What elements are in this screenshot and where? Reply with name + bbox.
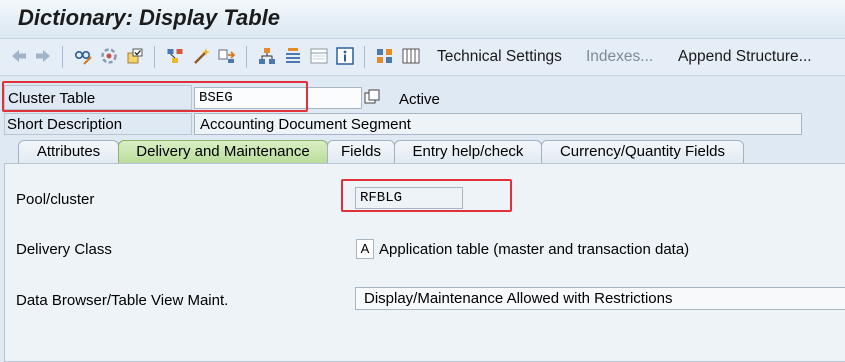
pool-cluster-label: Pool/cluster [16, 191, 95, 208]
toolbar-separator [246, 46, 247, 68]
indexes-button: Indexes... [586, 48, 654, 65]
technical-settings-button[interactable]: Technical Settings [437, 48, 562, 66]
toolbar-separator [364, 46, 365, 68]
delivery-class-text: Application table (master and transactio… [379, 241, 690, 258]
highlight-frame [341, 179, 512, 212]
tab-attributes[interactable]: Attributes [18, 140, 119, 164]
where-used-icon[interactable] [166, 47, 184, 65]
hierarchy-icon[interactable] [258, 47, 276, 65]
back-arrow-icon[interactable] [10, 47, 28, 65]
data-browser-value: Display/Maintenance Allowed with Restric… [364, 290, 673, 307]
status-text: Active [399, 91, 440, 108]
tab-entry-help-check[interactable]: Entry help/check [394, 140, 542, 164]
display-list-icon[interactable] [310, 47, 328, 65]
tab-delivery-and-maintenance[interactable]: Delivery and Maintenance [118, 140, 328, 164]
short-description-value: Accounting Document Segment [200, 116, 411, 133]
append-structure-button[interactable]: Append Structure... [678, 48, 812, 66]
data-browser-select[interactable]: Display/Maintenance Allowed with Restric… [355, 287, 845, 310]
glasses-pencil-icon[interactable] [74, 47, 92, 65]
forward-arrow-icon[interactable] [34, 47, 52, 65]
window-title: Dictionary: Display Table [18, 5, 281, 30]
tab-strip: Attributes Delivery and Maintenance Fiel… [0, 138, 845, 164]
info-icon[interactable] [336, 47, 354, 65]
application-toolbar: Technical Settings Indexes... Append Str… [0, 38, 845, 76]
delivery-class-code[interactable]: A [356, 239, 374, 259]
delivery-class-label: Delivery Class [16, 241, 112, 258]
tab-fields[interactable]: Fields [327, 140, 395, 164]
tab-currency-quantity-fields[interactable]: Currency/Quantity Fields [541, 140, 744, 164]
title-bar: Dictionary: Display Table [0, 0, 845, 38]
copy-icon[interactable] [364, 89, 381, 106]
toolbar-separator [154, 46, 155, 68]
highlight-frame [2, 81, 308, 112]
activate-icon[interactable] [126, 47, 144, 65]
short-description-field[interactable]: Accounting Document Segment [194, 113, 802, 135]
magic-wand-icon[interactable] [192, 47, 210, 65]
object-list-icon[interactable] [218, 47, 236, 65]
columns-icon[interactable] [402, 47, 420, 65]
toolbar-separator [62, 46, 63, 68]
data-browser-label: Data Browser/Table View Maint. [16, 292, 229, 309]
navigation-stack-icon[interactable] [284, 47, 302, 65]
other-object-icon[interactable] [100, 47, 118, 65]
short-description-label: Short Description [7, 116, 123, 133]
contents-icon[interactable] [376, 47, 394, 65]
